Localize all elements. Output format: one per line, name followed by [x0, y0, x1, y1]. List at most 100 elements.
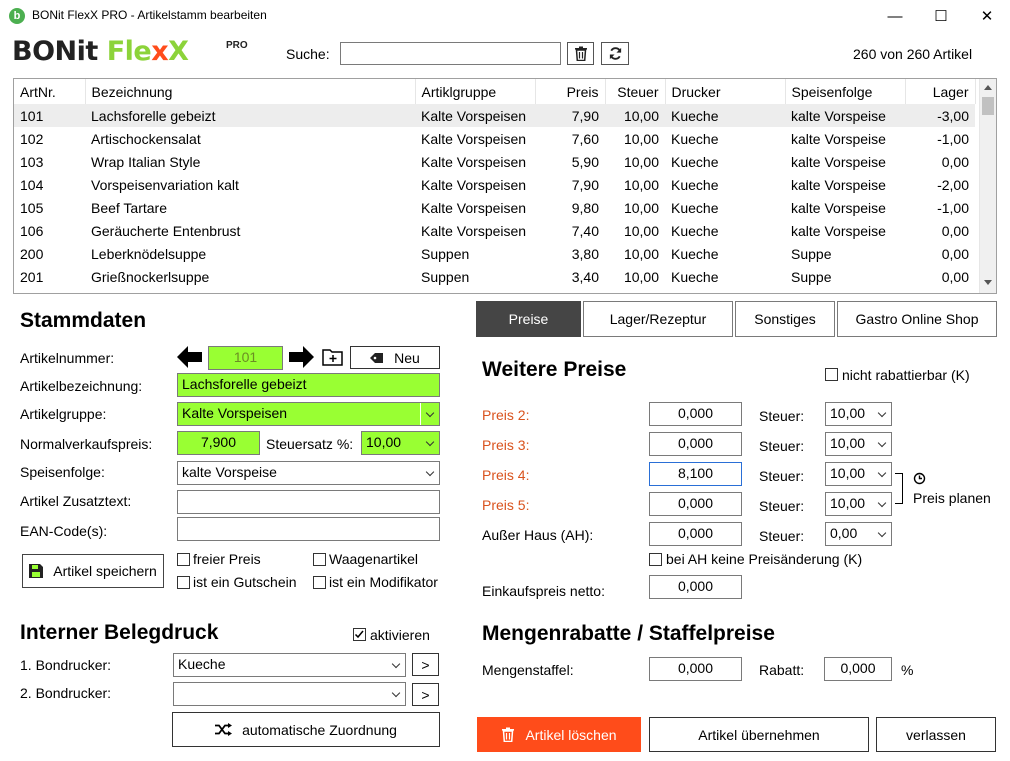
table-cell: kalte Vorspeise: [791, 222, 886, 239]
clear-search-button[interactable]: [567, 42, 594, 65]
tab-lager-rezeptur[interactable]: Lager/Rezeptur: [583, 301, 733, 337]
folge-select[interactable]: kalte Vorspeise: [177, 461, 440, 485]
aktivieren-checkbox[interactable]: [353, 628, 366, 641]
table-row[interactable]: 101 Lachsforelle gebeizt Kalte Vorspeisen 7…: [14, 104, 975, 127]
scroll-down-icon[interactable]: [984, 280, 992, 285]
gruppe-label: Artikelgruppe:: [20, 406, 107, 422]
preis-row-input[interactable]: 0,000: [649, 492, 742, 516]
col-drucker[interactable]: Drucker: [665, 79, 786, 104]
ah-keine-checkbox[interactable]: [649, 553, 662, 566]
new-folder-button[interactable]: [322, 348, 344, 369]
bez-input[interactable]: Lachsforelle gebeizt: [177, 373, 440, 397]
bon1-more-button[interactable]: >: [412, 653, 439, 676]
preis-row-input[interactable]: 0,000: [649, 402, 742, 426]
preis-row-steuer-select[interactable]: 0,00: [825, 522, 892, 546]
table-row[interactable]: 102 Artischockensalat Kalte Vorspeisen 7,60…: [14, 127, 975, 150]
scroll-up-icon[interactable]: [984, 85, 992, 90]
bon2-select[interactable]: [173, 682, 406, 706]
waagenartikel-checkbox[interactable]: [313, 553, 326, 566]
preis-row-label: Preis 5:: [482, 497, 530, 513]
preis-row-input[interactable]: 0,000: [649, 522, 742, 546]
preis-row-steuer-label: Steuer:: [759, 498, 805, 514]
prev-article-button[interactable]: [177, 346, 202, 371]
table-row[interactable]: 200 Leberknödelsuppe Suppen 3,80 10,00 Kueche…: [14, 242, 975, 265]
col-gruppe[interactable]: Artiklgruppe: [415, 79, 536, 104]
col-speisenfolge[interactable]: Speisenfolge: [785, 79, 906, 104]
table-cell: Kalte Vorspeisen: [421, 153, 527, 170]
col-artnr[interactable]: ArtNr.: [14, 79, 86, 104]
table-cell: Kueche: [671, 268, 719, 285]
bon2-more-button[interactable]: >: [412, 683, 439, 706]
stammdaten-title: Stammdaten: [20, 309, 147, 332]
next-article-button[interactable]: [289, 346, 314, 371]
table-cell: Suppe: [791, 245, 832, 262]
refresh-button[interactable]: [601, 42, 629, 65]
table-cell: 7,90: [571, 176, 599, 193]
arrow-left-icon: [177, 346, 202, 368]
artnr-field[interactable]: 101: [208, 346, 283, 370]
trash-icon: [574, 46, 587, 61]
auto-assign-button[interactable]: automatische Zuordnung: [172, 712, 440, 747]
close-button[interactable]: ✕: [964, 0, 1010, 32]
col-preis[interactable]: Preis: [535, 79, 606, 104]
search-input[interactable]: [340, 42, 561, 65]
preis-input[interactable]: 7,900: [177, 431, 260, 455]
save-article-button[interactable]: Artikel speichern: [22, 554, 164, 588]
table-cell: 7,90: [535, 104, 605, 127]
tab-preise[interactable]: Preise: [476, 301, 581, 337]
apply-article-button[interactable]: Artikel übernehmen: [649, 717, 869, 752]
ek-input[interactable]: 0,000: [649, 575, 742, 599]
tab-sonstiges[interactable]: Sonstiges: [735, 301, 835, 337]
table-row[interactable]: 105 Beef Tartare Kalte Vorspeisen 9,80 10,00…: [14, 196, 975, 219]
col-bezeichnung[interactable]: Bezeichnung: [85, 79, 416, 104]
rabatt-input[interactable]: 0,000: [824, 657, 892, 681]
steuer-select[interactable]: 10,00: [361, 431, 440, 455]
grid-scrollbar[interactable]: [979, 79, 996, 293]
preis-row-steuer-select[interactable]: 10,00: [825, 462, 892, 486]
tab-gastro-online-shop[interactable]: Gastro Online Shop: [837, 301, 997, 337]
table-cell: kalte Vorspeise: [791, 199, 886, 216]
preis-row-steuer-select[interactable]: 10,00: [825, 402, 892, 426]
modifikator-checkbox[interactable]: [313, 576, 326, 589]
ean-input[interactable]: [177, 517, 440, 541]
leave-button[interactable]: verlassen: [876, 717, 996, 752]
freier-preis-checkbox[interactable]: [177, 553, 190, 566]
preis-row-input[interactable]: 8,100: [649, 462, 742, 486]
rabatt-label: Rabatt:: [759, 662, 805, 678]
nicht-rabattierbar-label: nicht rabattierbar (K): [842, 367, 970, 383]
table-cell: Beef Tartare: [91, 199, 168, 216]
table-cell: Kueche: [671, 222, 719, 239]
weitere-preise-title: Weitere Preise: [482, 358, 627, 381]
table-cell: Kueche: [671, 199, 719, 216]
steuer-label: Steuersatz %:: [266, 436, 354, 452]
preis-row-input[interactable]: 0,000: [649, 432, 742, 456]
col-steuer[interactable]: Steuer: [605, 79, 666, 104]
minimize-button[interactable]: —: [872, 0, 918, 32]
preis-row-steuer-select[interactable]: 10,00: [825, 432, 892, 456]
staffel-label: Mengenstaffel:: [482, 662, 574, 678]
gutschein-checkbox[interactable]: [177, 576, 190, 589]
table-cell: 3,80: [571, 245, 599, 262]
table-row[interactable]: 106 Geräucherte Entenbrust Kalte Vorspeise…: [14, 219, 975, 242]
preis-row-steuer-select[interactable]: 10,00: [825, 492, 892, 516]
table-row[interactable]: 104 Vorspeisenvariation kalt Kalte Vorspei…: [14, 173, 975, 196]
table-cell: -1,00: [937, 130, 969, 147]
bez-label: Artikelbezeichnung:: [20, 378, 143, 394]
bon1-select[interactable]: Kueche: [173, 653, 406, 677]
staffel-input[interactable]: 0,000: [649, 657, 742, 681]
zusatz-input[interactable]: [177, 490, 440, 514]
scroll-thumb[interactable]: [982, 97, 994, 115]
maximize-button[interactable]: ☐: [918, 0, 964, 32]
artnr-label: Artikelnummer:: [20, 350, 115, 366]
delete-article-button[interactable]: Artikel löschen: [477, 717, 641, 752]
article-grid[interactable]: ArtNr. Bezeichnung Artiklgruppe Preis St…: [13, 78, 997, 294]
nicht-rabattierbar-checkbox[interactable]: [825, 368, 838, 381]
new-article-button[interactable]: Neu: [350, 346, 440, 369]
table-cell: 10,00: [605, 104, 665, 127]
save-icon: [29, 564, 44, 578]
table-cell: 7,40: [571, 222, 599, 239]
col-lager[interactable]: Lager: [905, 79, 976, 104]
table-row[interactable]: 103 Wrap Italian Style Kalte Vorspeisen 5,9…: [14, 150, 975, 173]
table-row[interactable]: 201 Grießnockerlsuppe Suppen 3,40 10,00 Kuech…: [14, 265, 975, 288]
gruppe-select[interactable]: Kalte Vorspeisen: [177, 402, 440, 426]
